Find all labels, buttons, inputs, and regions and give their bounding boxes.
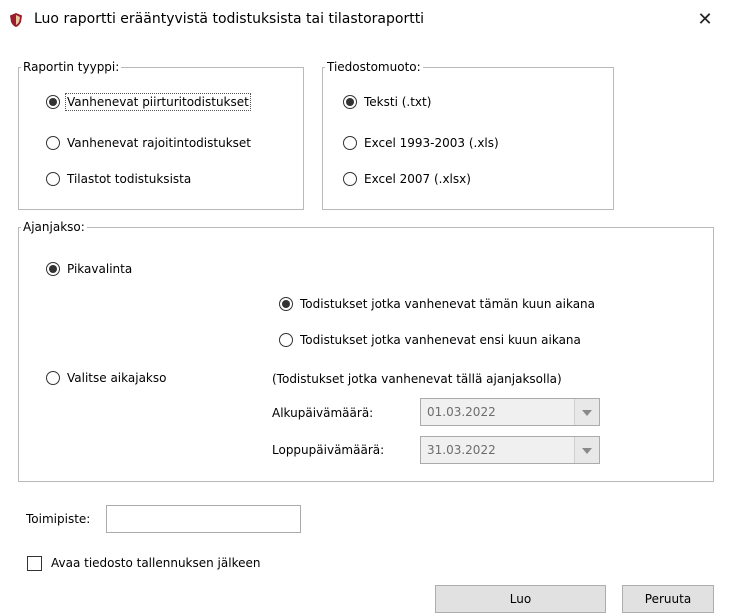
start-date-value: 01.03.2022 (427, 405, 496, 419)
radio-circle (343, 95, 357, 109)
file-format-legend: Tiedostomuoto: (327, 60, 421, 74)
radio-circle (46, 95, 60, 109)
office-label: Toimipiste: (26, 512, 91, 526)
radio-circle (46, 172, 60, 186)
radio-circle (343, 172, 357, 186)
radio-circle (46, 262, 60, 276)
office-input[interactable] (106, 505, 301, 533)
radio-label: Vanhenevat piirturitodistukset (65, 93, 251, 111)
cancel-button[interactable]: Peruuta (622, 585, 714, 613)
end-date-value: 31.03.2022 (427, 443, 496, 457)
radio-label: Vanhenevat rajoitintodistukset (67, 136, 251, 150)
open-after-save-checkbox[interactable] (27, 556, 42, 571)
radio-label: Todistukset jotka vanhenevat ensi kuun a… (300, 333, 581, 347)
radio-label: Tilastot todistuksista (67, 172, 192, 186)
start-date-dropdown-button[interactable] (574, 399, 599, 425)
shield-icon (10, 13, 22, 27)
file-format-group: Tiedostomuoto: (322, 60, 614, 210)
radio-quick-select[interactable]: Pikavalinta (46, 262, 132, 276)
custom-period-hint: (Todistukset jotka vanhenevat tällä ajan… (272, 372, 562, 386)
radio-format-xls[interactable]: Excel 1993-2003 (.xls) (343, 136, 499, 150)
end-date-dropdown-button[interactable] (574, 437, 599, 463)
radio-label: Pikavalinta (67, 262, 133, 276)
start-date-label: Alkupäivämäärä: (272, 406, 374, 420)
end-date-label: Loppupäivämäärä: (272, 443, 385, 457)
report-type-group: Raportin tyyppi: (18, 60, 304, 210)
radio-format-txt[interactable]: Teksti (.txt) (343, 95, 431, 109)
end-date-field[interactable]: 31.03.2022 (420, 436, 600, 464)
close-button[interactable]: ✕ (680, 2, 730, 38)
radio-statistics[interactable]: Tilastot todistuksista (46, 172, 191, 186)
radio-circle (279, 333, 293, 347)
radio-label: Todistukset jotka vanhenevat tämän kuun … (300, 297, 596, 311)
report-type-legend: Raportin tyyppi: (23, 60, 120, 74)
open-after-save-label: Avaa tiedosto tallennuksen jälkeen (51, 556, 261, 570)
radio-circle (343, 136, 357, 150)
radio-circle (46, 136, 60, 150)
period-legend: Ajanjakso: (23, 220, 85, 234)
radio-label: Valitse aikajakso (67, 371, 167, 385)
start-date-field[interactable]: 01.03.2022 (420, 398, 600, 426)
radio-expiring-limiter[interactable]: Vanhenevat rajoitintodistukset (46, 136, 251, 150)
radio-label: Excel 2007 (.xlsx) (364, 172, 471, 186)
radio-custom-period[interactable]: Valitse aikajakso (46, 371, 166, 385)
radio-circle (279, 297, 293, 311)
radio-this-month[interactable]: Todistukset jotka vanhenevat tämän kuun … (279, 297, 595, 311)
radio-label: Teksti (.txt) (364, 95, 432, 109)
title-bar: Luo raportti erääntyvistä todistuksista … (0, 0, 733, 40)
radio-format-xlsx[interactable]: Excel 2007 (.xlsx) (343, 172, 471, 186)
radio-expiring-tachograph[interactable]: Vanhenevat piirturitodistukset (46, 93, 251, 111)
radio-label: Excel 1993-2003 (.xls) (364, 136, 499, 150)
window-title: Luo raportti erääntyvistä todistuksista … (34, 11, 425, 27)
create-button[interactable]: Luo (435, 585, 606, 613)
radio-circle (46, 371, 60, 385)
radio-next-month[interactable]: Todistukset jotka vanhenevat ensi kuun a… (279, 333, 581, 347)
